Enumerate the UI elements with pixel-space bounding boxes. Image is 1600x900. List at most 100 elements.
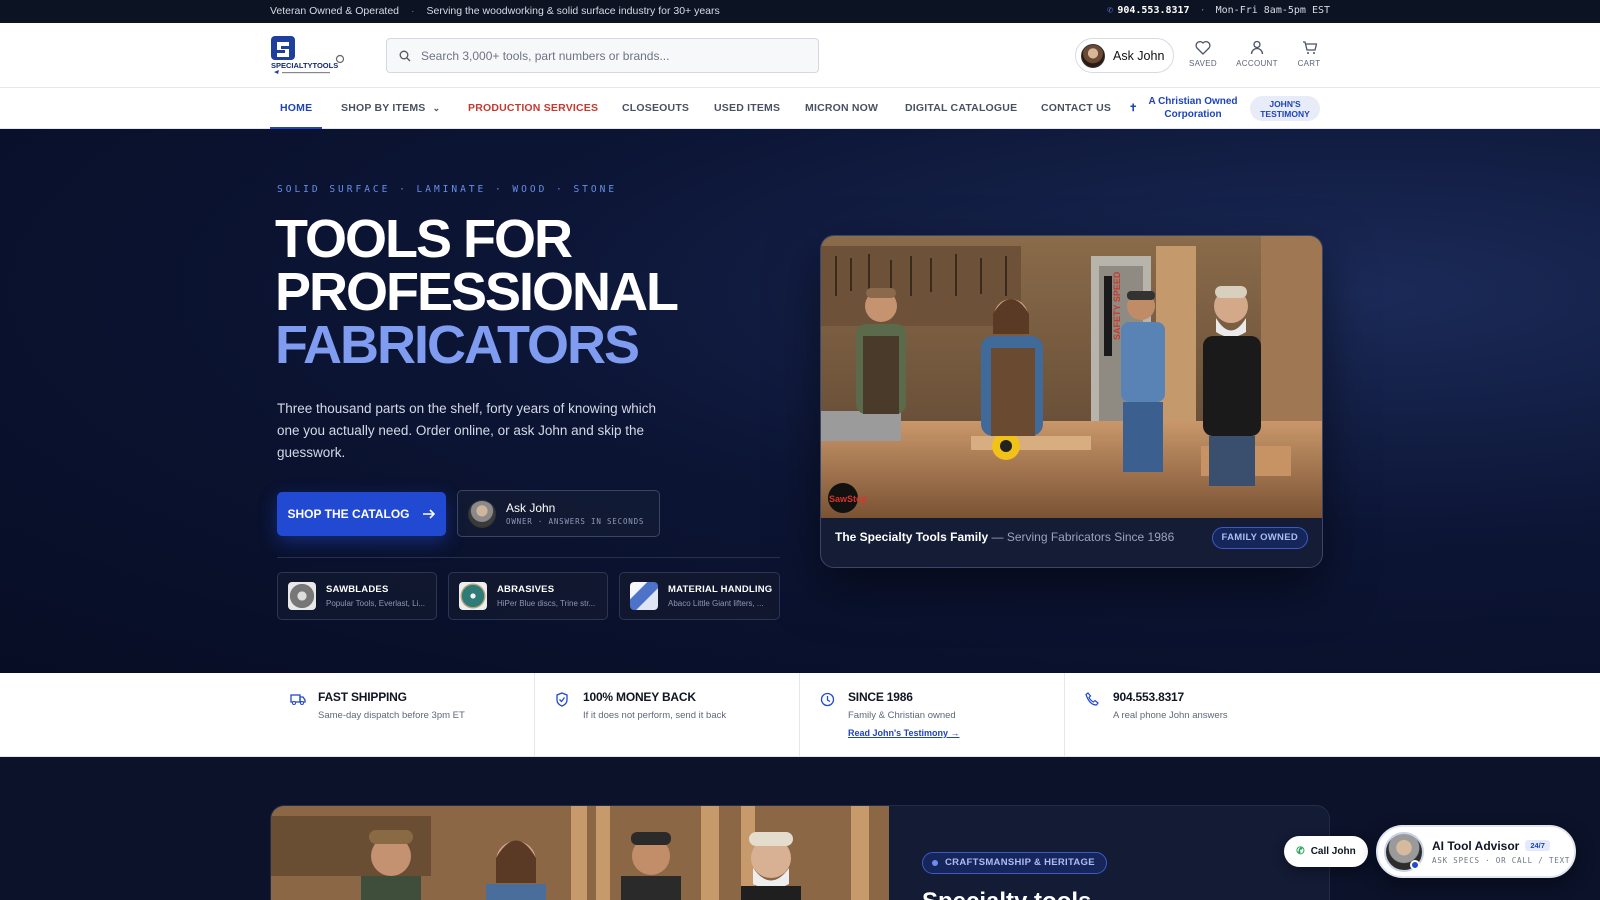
ask-john-hero-button[interactable]: Ask John OWNER · ANSWERS IN SECONDS xyxy=(457,490,660,537)
category-card-material-handling[interactable]: MATERIAL HANDLING Abaco Little Giant lif… xyxy=(619,572,780,620)
ask-john-header-button[interactable]: Ask John xyxy=(1075,38,1174,73)
team-photo xyxy=(271,806,889,900)
features-strip: FAST SHIPPING Same-day dispatch before 3… xyxy=(0,673,1600,757)
account-button[interactable]: ACCOUNT xyxy=(1232,40,1282,68)
cart-button[interactable]: CART xyxy=(1284,40,1334,68)
testimony-line2: TESTIMONY xyxy=(1260,109,1310,119)
user-icon xyxy=(1250,40,1264,55)
phone-icon: ✆ xyxy=(1296,846,1305,857)
category-brands: Popular Tools, Everlast, Li... xyxy=(326,599,426,608)
call-john-button[interactable]: ✆ Call John xyxy=(1284,836,1368,867)
feature-money-back: 100% MONEY BACK If it does not perform, … xyxy=(535,673,800,757)
feature-desc: If it does not perform, send it back xyxy=(583,710,727,721)
top-phone-number: 904.553.8317 xyxy=(1117,5,1190,16)
lifter-thumbnail xyxy=(630,582,658,610)
workshop-family-photo: SAFETY SPEED SawStop xyxy=(821,236,1322,518)
nav-digital-catalogue[interactable]: DIGITAL CATALOGUE xyxy=(905,88,1017,129)
nav-shop-by-items[interactable]: SHOP BY ITEMS ⌄ xyxy=(341,88,440,129)
john-avatar xyxy=(468,499,496,528)
hero-eyebrow: SOLID SURFACE · LAMINATE · WOOD · STONE xyxy=(277,184,618,195)
photo-caption: The Specialty Tools Family — Serving Fab… xyxy=(835,530,1174,544)
feature-desc: Family & Christian owned xyxy=(848,710,956,721)
feature-desc: Same-day dispatch before 3pm ET xyxy=(318,710,465,721)
separator-dot: · xyxy=(1199,5,1206,16)
svg-text:SPECIALTYTOOLS: SPECIALTYTOOLS xyxy=(271,61,338,70)
nav-home[interactable]: HOME xyxy=(270,88,323,129)
nav-closeouts[interactable]: CLOSEOUTS xyxy=(622,88,689,129)
heart-icon xyxy=(1195,40,1211,55)
feature-title: SINCE 1986 xyxy=(848,690,913,704)
phone-icon: ✆ xyxy=(1107,5,1114,16)
site-header: SPECIALTYTOOLS Ask John SAVED ACCOUNT CA… xyxy=(0,23,1600,88)
hero-section: SOLID SURFACE · LAMINATE · WOOD · STONE … xyxy=(0,129,1600,673)
nav-production-services[interactable]: PRODUCTION SERVICES xyxy=(468,88,598,129)
ask-john-subtitle: OWNER · ANSWERS IN SECONDS xyxy=(506,517,645,526)
family-photo-card: SAFETY SPEED SawStop The Specialty Tools… xyxy=(820,235,1323,568)
feature-desc: A real phone John answers xyxy=(1113,710,1228,721)
specialty-tools-logo[interactable]: SPECIALTYTOOLS xyxy=(270,35,346,77)
category-name: SAWBLADES xyxy=(326,584,389,595)
feature-phone: 904.553.8317 A real phone John answers xyxy=(1065,673,1330,757)
craftsmanship-heritage-badge: CRAFTSMANSHIP & HERITAGE xyxy=(922,852,1107,874)
search-input[interactable] xyxy=(421,48,801,63)
advisor-subtitle: ASK SPECS · OR CALL / TEXT xyxy=(1432,855,1571,865)
feature-fast-shipping: FAST SHIPPING Same-day dispatch before 3… xyxy=(270,673,535,757)
hero-lede: Three thousand parts on the shelf, forty… xyxy=(277,401,656,460)
hero-headline-line3: FABRICATORS xyxy=(275,315,640,375)
nav-shop-by-items-label: SHOP BY ITEMS xyxy=(341,102,426,114)
category-name: MATERIAL HANDLING xyxy=(668,584,773,595)
category-brands: HiPer Blue discs, Trine str... xyxy=(497,599,596,608)
search-bar[interactable] xyxy=(386,38,819,73)
hero-headline-line1: TOOLS FOR xyxy=(275,209,573,269)
sawblade-thumbnail xyxy=(288,582,316,610)
hero-divider xyxy=(277,557,780,558)
saved-label: SAVED xyxy=(1188,59,1218,68)
category-brands: Abaco Little Giant lifters, ... xyxy=(668,599,764,608)
read-testimony-link[interactable]: Read John's Testimony → xyxy=(848,728,960,738)
caption-family-name: The Specialty Tools Family xyxy=(835,530,989,544)
business-hours: Mon-Fri 8am-5pm EST xyxy=(1215,5,1330,16)
nav-contact-us[interactable]: CONTACT US xyxy=(1041,88,1111,129)
veteran-owned-text: Veteran Owned & Operated xyxy=(270,5,399,17)
saved-button[interactable]: SAVED xyxy=(1178,40,1228,68)
truck-icon xyxy=(290,694,306,705)
ask-john-label: Ask John xyxy=(1113,48,1165,63)
cart-icon xyxy=(1302,41,1317,54)
separator-dot: · xyxy=(411,5,415,17)
top-phone-link[interactable]: ✆ 904.553.8317 xyxy=(1107,5,1189,16)
feature-title: 100% MONEY BACK xyxy=(583,690,696,704)
advisor-title: AI Tool Advisor xyxy=(1432,838,1520,853)
nav-used-items[interactable]: USED ITEMS xyxy=(714,88,780,129)
feature-title: FAST SHIPPING xyxy=(318,690,407,704)
sawstop-logo-text: SawStop xyxy=(829,494,868,504)
category-name: ABRASIVES xyxy=(497,584,555,595)
john-avatar xyxy=(1081,43,1105,68)
abrasive-disc-thumbnail xyxy=(459,582,487,610)
phone-icon xyxy=(1085,692,1099,706)
ai-tool-advisor-widget[interactable]: AI Tool Advisor 24/7 ASK SPECS · OR CALL … xyxy=(1376,825,1576,878)
category-card-sawblades[interactable]: SAWBLADES Popular Tools, Everlast, Li... xyxy=(277,572,437,620)
account-label: ACCOUNT xyxy=(1236,59,1278,68)
feature-phone-number[interactable]: 904.553.8317 xyxy=(1113,690,1184,704)
shield-check-icon xyxy=(556,692,568,707)
ask-john-title: Ask John xyxy=(506,501,556,515)
feature-since-1986: SINCE 1986 Family & Christian owned Read… xyxy=(800,673,1065,757)
heritage-card xyxy=(270,805,1330,900)
johns-testimony-button[interactable]: JOHN'S TESTIMONY xyxy=(1250,96,1320,121)
family-owned-badge: FAMILY OWNED xyxy=(1211,527,1308,549)
shop-catalog-button[interactable]: SHOP THE CATALOG xyxy=(277,492,446,536)
hero-headline-line2: PROFESSIONAL xyxy=(275,262,679,322)
cart-label: CART xyxy=(1297,59,1321,68)
online-status-dot xyxy=(1410,860,1420,870)
christian-owned-link[interactable]: A Christian Owned Corporation xyxy=(1130,95,1256,121)
availability-badge: 24/7 xyxy=(1525,840,1550,851)
search-icon xyxy=(399,50,411,61)
nav-micron-now[interactable]: MICRON NOW xyxy=(805,88,878,129)
heritage-section xyxy=(0,757,1600,900)
christian-owned-line1: A Christian Owned xyxy=(1148,96,1238,107)
main-navigation: HOME SHOP BY ITEMS ⌄ PRODUCTION SERVICES… xyxy=(0,88,1600,129)
category-card-abrasives[interactable]: ABRASIVES HiPer Blue discs, Trine str... xyxy=(448,572,608,620)
safety-speed-text: SAFETY SPEED xyxy=(1112,271,1122,340)
shop-catalog-label: SHOP THE CATALOG xyxy=(287,507,410,521)
arrow-right-icon xyxy=(422,509,435,519)
